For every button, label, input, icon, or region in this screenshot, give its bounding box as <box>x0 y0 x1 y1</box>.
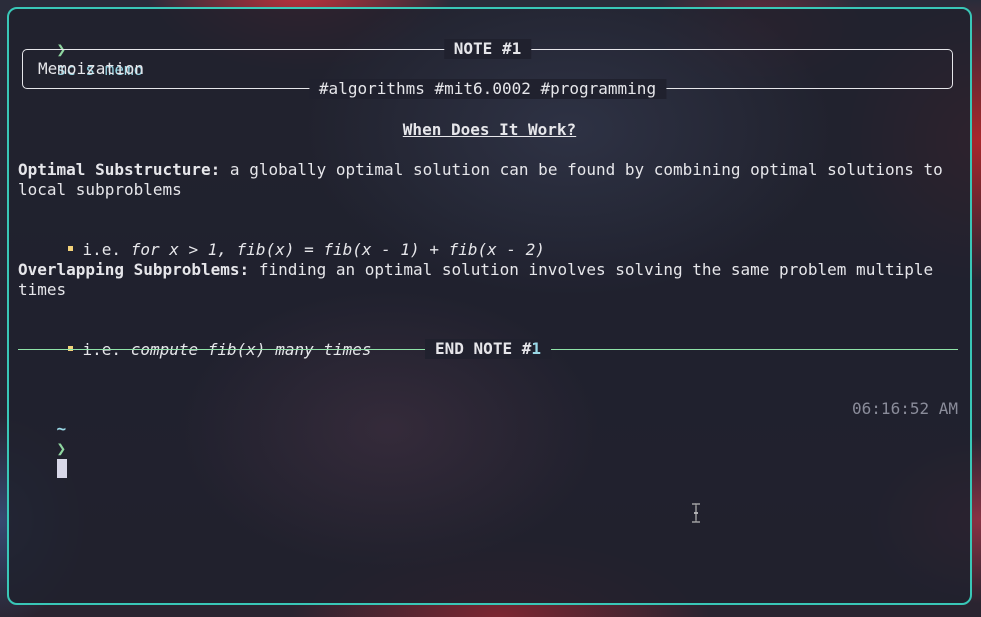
text-cursor <box>56 459 67 478</box>
prompt-arrow-icon: ❯ <box>56 439 67 458</box>
shell-prompt[interactable]: ~ ❯ <box>18 399 67 478</box>
note-content: Memoization <box>38 59 144 78</box>
clock: 06:16:52 AM <box>852 399 958 418</box>
note-box: NOTE #1 Memoization #algorithms #mit6.00… <box>22 39 953 99</box>
bullet-text: for x > 1, fib(x) = fib(x - 1) + fib(x -… <box>130 240 545 259</box>
home-directory-indicator: ~ <box>56 419 67 438</box>
terminal-window[interactable]: ❯ sc s memo NOTE #1 Memoization #algorit… <box>7 7 972 605</box>
ibeam-cursor-icon <box>692 503 700 523</box>
paragraph-optimal-substructure: Optimal Substructure: a globally optimal… <box>18 160 958 200</box>
bullet-icon <box>67 246 73 251</box>
note-tags: #algorithms #mit6.0002 #programming <box>308 79 667 99</box>
term-label: Optimal Substructure: <box>18 160 221 179</box>
note-title: NOTE #1 <box>443 39 532 59</box>
term-label: Overlapping Subproblems: <box>18 260 250 279</box>
end-note-text: END NOTE # <box>435 339 532 358</box>
end-note-number: 1 <box>531 339 541 358</box>
bullet-prefix: i.e. <box>82 240 131 259</box>
end-note-divider: END NOTE #1 <box>18 339 958 359</box>
paragraph-overlapping-subproblems: Overlapping Subproblems: finding an opti… <box>18 260 958 300</box>
command-line: ❯ sc s memo <box>18 20 144 79</box>
end-note-label: END NOTE #1 <box>425 339 551 359</box>
section-heading: When Does It Work? <box>402 120 577 139</box>
